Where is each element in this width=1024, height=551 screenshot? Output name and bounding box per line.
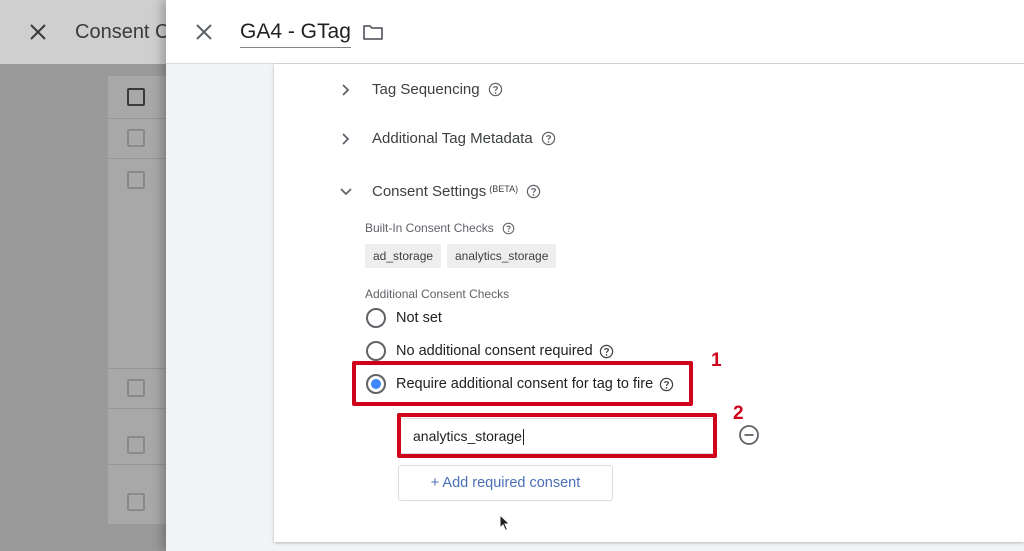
tag-name-field[interactable]: GA4 - GTag — [240, 18, 351, 48]
table-row-divider — [108, 408, 166, 409]
additional-consent-label: Additional Consent Checks — [365, 287, 510, 301]
row-checkbox[interactable] — [127, 171, 145, 189]
table-row-divider — [108, 464, 166, 465]
add-required-consent-button[interactable]: + Add required consent — [398, 465, 613, 501]
table-row-divider — [108, 368, 166, 369]
mouse-cursor-icon — [499, 514, 511, 532]
highlight-box-2 — [397, 413, 717, 458]
tag-sequencing-label: Tag Sequencing — [372, 81, 480, 98]
table-row-divider — [108, 158, 166, 159]
beta-badge: (BETA) — [489, 183, 519, 194]
help-icon[interactable] — [488, 82, 503, 97]
chevron-down-icon — [340, 187, 352, 195]
radio-not-set[interactable]: Not set — [366, 308, 442, 328]
annotation-number-2: 2 — [733, 403, 744, 424]
highlight-box-1 — [352, 361, 693, 406]
tag-sequencing-row[interactable]: Tag Sequencing — [338, 81, 503, 98]
chevron-right-icon — [342, 83, 350, 96]
additional-tag-metadata-label: Additional Tag Metadata — [372, 130, 533, 147]
additional-tag-metadata-row[interactable]: Additional Tag Metadata — [338, 130, 556, 147]
built-in-consent-label: Built-In Consent Checks — [365, 221, 515, 235]
consent-settings-label: Consent Settings — [372, 183, 487, 200]
close-icon[interactable] — [192, 20, 216, 44]
consent-chip: analytics_storage — [447, 244, 557, 268]
table-row-divider — [108, 118, 166, 119]
consent-settings-row[interactable]: Consent Settings (BETA) — [338, 183, 541, 200]
consent-chip: ad_storage — [365, 244, 442, 268]
advanced-settings-card: Tag Sequencing Additional Tag Metadata C… — [274, 64, 1024, 542]
background-panel-title: Consent C — [75, 21, 170, 43]
help-icon[interactable] — [599, 344, 614, 359]
tag-editor-header: GA4 - GTag — [166, 0, 1024, 64]
chevron-right-icon — [342, 132, 350, 145]
remove-circle-icon[interactable] — [738, 424, 760, 446]
close-icon[interactable] — [26, 20, 50, 44]
help-icon[interactable] — [502, 222, 515, 235]
help-icon[interactable] — [526, 184, 541, 199]
select-all-checkbox[interactable] — [127, 88, 145, 106]
folder-icon[interactable] — [362, 22, 384, 42]
row-checkbox[interactable] — [127, 129, 145, 147]
row-checkbox[interactable] — [127, 379, 145, 397]
row-checkbox[interactable] — [127, 493, 145, 511]
annotation-number-1: 1 — [711, 350, 722, 371]
radio-button[interactable] — [366, 308, 386, 328]
radio-button[interactable] — [366, 341, 386, 361]
row-checkbox[interactable] — [127, 436, 145, 454]
radio-no-additional-consent[interactable]: No additional consent required — [366, 341, 614, 361]
tag-editor-sheet: GA4 - GTag Tag Sequencing Additional Tag… — [166, 0, 1024, 551]
help-icon[interactable] — [541, 131, 556, 146]
